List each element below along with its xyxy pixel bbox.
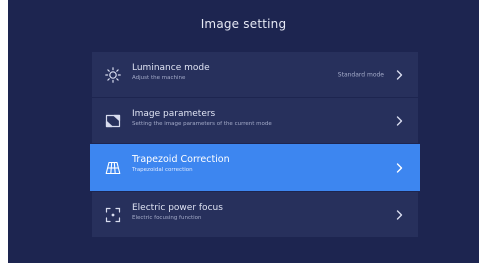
chevron-right-icon — [396, 69, 403, 80]
focus-icon — [105, 207, 121, 223]
image-setting-screen: Image setting Luminance mode Adjust the … — [8, 0, 479, 263]
menu-item-title: Luminance mode — [132, 63, 210, 73]
keystone-grid-icon — [105, 160, 121, 176]
menu-item-text: Trapezoid Correction Trapezoidal correct… — [132, 154, 230, 175]
menu-item-electric-power-focus[interactable]: Electric power focus Electric focusing f… — [92, 192, 418, 237]
picture-icon — [105, 113, 121, 129]
menu-item-value: Standard mode — [337, 71, 384, 78]
menu-item-text: Electric power focus Electric focusing f… — [132, 202, 223, 223]
chevron-right-icon — [396, 115, 403, 126]
menu-item-title: Trapezoid Correction — [132, 154, 230, 165]
menu-item-image-parameters[interactable]: Image parameters Setting the image param… — [92, 98, 418, 143]
menu-item-trapezoid-correction[interactable]: Trapezoid Correction Trapezoidal correct… — [90, 144, 420, 191]
menu-item-subtitle: Adjust the machine — [132, 75, 186, 81]
chevron-right-icon — [396, 209, 403, 220]
page-title: Image setting — [200, 17, 287, 31]
settings-menu: Luminance mode Adjust the machine Standa… — [90, 52, 420, 238]
chevron-right-icon — [396, 162, 403, 173]
menu-item-subtitle: Electric focusing function — [132, 215, 202, 221]
menu-item-text: Luminance mode Adjust the machine — [132, 62, 210, 83]
menu-item-title: Image parameters — [132, 109, 216, 119]
menu-item-title: Electric power focus — [132, 203, 223, 213]
menu-item-subtitle: Trapezoidal correction — [132, 167, 193, 173]
menu-item-luminance-mode[interactable]: Luminance mode Adjust the machine Standa… — [92, 52, 418, 97]
menu-item-text: Image parameters Setting the image param… — [132, 108, 272, 129]
sun-icon — [105, 66, 121, 83]
menu-item-subtitle: Setting the image parameters of the curr… — [132, 121, 272, 127]
